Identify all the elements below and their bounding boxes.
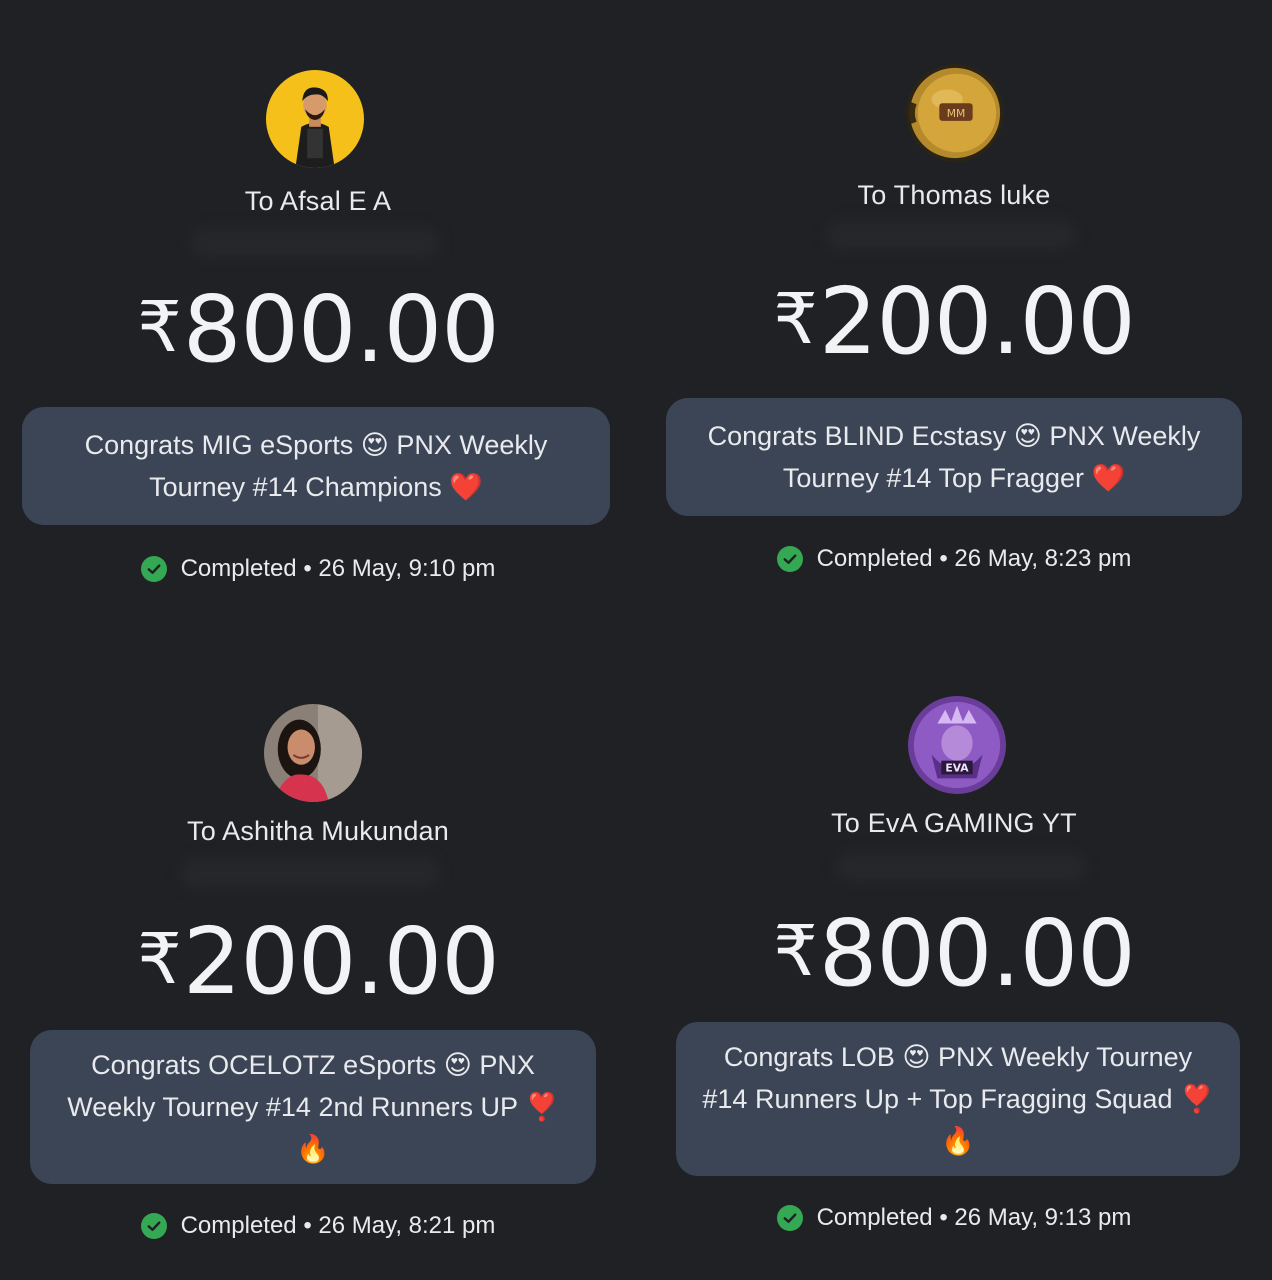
recipient-name: To Ashitha Mukundan [187,816,449,846]
check-circle-icon [776,546,803,572]
currency-symbol: ₹ [773,910,818,992]
transaction-card: To Ashitha Mukundan ₹200.00 Congrats OCE… [0,640,636,1280]
amount: ₹200.00 [0,916,636,1008]
payment-note: Congrats MIG eSports 😍 PNX Weekly Tourne… [22,407,610,525]
transaction-datetime: 26 May, 8:21 pm [318,1212,496,1239]
transaction-card: EVA To EvA GAMING YT ₹800.00 Congrats LO… [636,640,1272,1280]
transaction-card: MM To Thomas luke ₹200.00 Congrats BLIND… [636,0,1272,640]
amount-value: 200.00 [818,268,1136,375]
check-circle-icon [776,1205,803,1231]
hidden-upi-id [826,220,1076,250]
recipient-name: To Thomas luke [857,180,1051,210]
amount: ₹800.00 [0,284,636,376]
amount: ₹800.00 [636,908,1272,1000]
hidden-upi-id [190,228,440,258]
separator-dot: • [939,1204,948,1231]
check-circle-icon [140,556,167,582]
transaction-datetime: 26 May, 9:13 pm [954,1204,1132,1231]
status-row: Completed • 26 May, 9:10 pm [0,555,636,583]
transaction-card: To Afsal E A ₹800.00 Congrats MIG eSport… [0,0,636,640]
gold-coin-avatar-icon[interactable]: MM [906,64,1004,162]
status-label: Completed [816,1204,933,1231]
status-row: Completed • 26 May, 8:23 pm [636,545,1272,573]
payment-note: Congrats OCELOTZ eSports 😍 PNX Weekly To… [30,1030,596,1184]
amount-value: 800.00 [818,900,1136,1007]
hidden-upi-id [180,858,440,888]
eva-gaming-logo-avatar-icon[interactable]: EVA [908,696,1006,794]
recipient-name: To EvA GAMING YT [831,808,1077,838]
separator-dot: • [939,545,948,572]
amount-value: 200.00 [182,908,500,1015]
status-label: Completed [816,545,933,572]
currency-symbol: ₹ [137,918,182,1000]
status-row: Completed • 26 May, 8:21 pm [0,1212,636,1240]
svg-text:EVA: EVA [945,761,969,774]
status-row: Completed • 26 May, 9:13 pm [636,1204,1272,1232]
transaction-datetime: 26 May, 9:10 pm [318,555,496,582]
woman-photo-avatar-icon[interactable] [264,704,362,802]
amount: ₹200.00 [636,276,1272,368]
currency-symbol: ₹ [773,278,818,360]
hidden-upi-id [836,852,1086,882]
status-label: Completed [180,555,297,582]
svg-text:MM: MM [947,107,966,120]
status-label: Completed [180,1212,297,1239]
separator-dot: • [303,555,312,582]
recipient-name: To Afsal E A [244,186,392,216]
transaction-datetime: 26 May, 8:23 pm [954,545,1132,572]
payment-note: Congrats BLIND Ecstasy 😍 PNX Weekly Tour… [666,398,1242,516]
amount-value: 800.00 [182,276,500,383]
cartoon-man-avatar-icon[interactable] [266,70,364,168]
separator-dot: • [303,1212,312,1239]
check-circle-icon [140,1213,167,1239]
currency-symbol: ₹ [137,286,182,368]
payment-note: Congrats LOB 😍 PNX Weekly Tourney #14 Ru… [676,1022,1240,1176]
